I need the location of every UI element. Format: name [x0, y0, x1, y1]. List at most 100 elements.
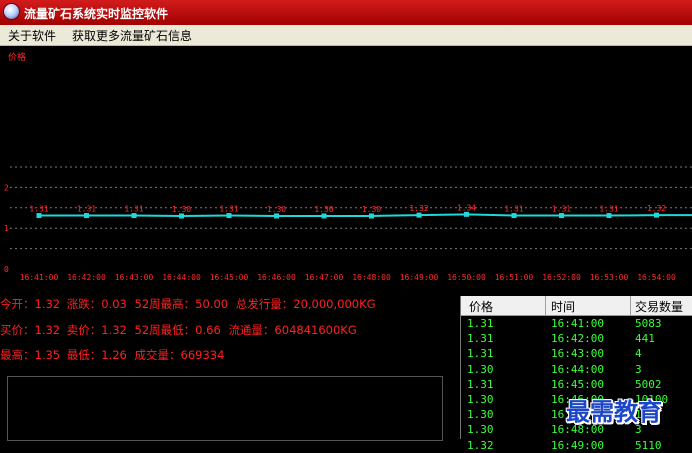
- column-divider[interactable]: [545, 296, 546, 315]
- trade-time: 16:42:00: [551, 332, 604, 346]
- y-tick-label: 1: [4, 224, 9, 233]
- data-label: 1.30: [362, 205, 381, 214]
- stat-bid: 买价：1.32: [0, 323, 61, 337]
- data-label: 1.32: [647, 204, 666, 213]
- data-point: [36, 213, 42, 219]
- data-point: [464, 211, 469, 217]
- trade-quantity: 5110: [635, 438, 662, 452]
- series-line: [39, 213, 692, 217]
- volume-chart-box: [7, 376, 443, 441]
- data-point: [559, 213, 564, 219]
- menu-about[interactable]: 关于软件: [6, 27, 58, 44]
- stat-52w-high: 52周最高：50.00: [134, 297, 229, 311]
- trade-time: 16:41:00: [551, 317, 604, 330]
- trade-list-header: 价格 时间 交易数量: [461, 296, 692, 316]
- stat-change: 涨跌：0.03: [66, 297, 127, 311]
- data-label: 1.31: [124, 205, 143, 214]
- x-tick-label: 16:43:00: [115, 273, 154, 282]
- trade-time: 16:43:00: [551, 347, 604, 361]
- data-label: 1.31: [552, 205, 571, 214]
- trade-row[interactable]: 1.32 16:49:00 5110: [461, 438, 692, 453]
- x-tick-label: 16:52:00: [542, 273, 581, 282]
- column-header-quantity[interactable]: 交易数量: [635, 298, 683, 315]
- app-globe-icon: [4, 4, 19, 19]
- stat-52w-low: 52周最低：0.66: [134, 323, 221, 337]
- stat-low: 最低：1.26: [66, 348, 127, 362]
- data-point: [511, 213, 517, 219]
- trade-price: 1.31: [467, 377, 494, 391]
- x-tick-label: 16:51:00: [495, 273, 534, 282]
- trade-quantity: 3: [635, 362, 642, 376]
- stat-circulation: 流通量：604841600KG: [228, 323, 357, 337]
- x-tick-label: 16:44:00: [162, 273, 201, 282]
- data-point: [179, 213, 184, 219]
- data-label: 1.31: [29, 205, 48, 214]
- trade-price: 1.31: [467, 332, 494, 346]
- trade-quantity: 5002: [635, 377, 662, 391]
- menu-bar: 关于软件 获取更多流量矿石信息: [0, 25, 692, 46]
- trade-price: 1.31: [467, 317, 494, 330]
- data-point: [226, 213, 232, 219]
- stat-high: 最高：1.35: [0, 348, 61, 362]
- trade-time: 16:44:00: [551, 362, 604, 376]
- stat-volume: 成交量：669334: [134, 348, 225, 362]
- trade-row[interactable]: 1.31 16:41:00 5083: [461, 316, 692, 331]
- title-bar: 流量矿石系统实时监控软件: [0, 0, 692, 25]
- data-point: [369, 213, 374, 219]
- x-tick-label: 16:49:00: [400, 273, 439, 282]
- column-header-price[interactable]: 价格: [469, 298, 493, 315]
- y-tick-label: 2: [4, 183, 9, 192]
- x-tick-label: 16:53:00: [590, 273, 629, 282]
- trade-time: 16:49:00: [551, 438, 604, 452]
- data-label: 1.30: [267, 205, 286, 214]
- stats-row-3: 最高：1.35 最低：1.26 成交量：669334: [0, 347, 224, 363]
- data-label: 1.31: [504, 205, 523, 214]
- stats-row-2: 买价：1.32 卖价：1.32 52周最低：0.66 流通量：604841600…: [0, 322, 357, 338]
- y-tick-label: 0: [4, 265, 9, 274]
- x-tick-label: 16:47:00: [305, 273, 344, 282]
- window-title: 流量矿石系统实时监控软件: [24, 7, 169, 21]
- column-divider[interactable]: [630, 296, 631, 315]
- trade-row[interactable]: 1.31 16:43:00 4: [461, 346, 692, 361]
- column-header-time[interactable]: 时间: [551, 298, 575, 315]
- trade-price: 1.30: [467, 423, 494, 437]
- trade-price: 1.30: [467, 362, 494, 376]
- trade-row[interactable]: 1.31 16:45:00 5002: [461, 377, 692, 392]
- trade-price: 1.31: [467, 347, 494, 361]
- data-label: 1.31: [219, 205, 238, 214]
- data-point: [321, 213, 327, 219]
- stat-total-issue: 总发行量：20,000,000KG: [235, 297, 376, 311]
- data-point: [131, 213, 137, 219]
- trade-price: 1.32: [467, 438, 494, 452]
- data-label: 1.31: [77, 205, 96, 214]
- x-tick-label: 16:46:00: [257, 273, 296, 282]
- x-tick-label: 16:50:00: [447, 273, 486, 282]
- trade-quantity: 5083: [635, 317, 662, 330]
- x-tick-label: 16:48:00: [352, 273, 391, 282]
- x-tick-label: 16:45:00: [210, 273, 249, 282]
- data-point: [274, 213, 279, 219]
- trade-time: 16:45:00: [551, 377, 604, 391]
- trade-price: 1.30: [467, 408, 494, 422]
- trade-quantity: 4: [635, 347, 642, 361]
- data-label: 1.34: [457, 203, 476, 212]
- stats-panel: 今开：1.32 涨跌：0.03 52周最高：50.00 总发行量：20,000,…: [0, 290, 458, 441]
- stat-open: 今开：1.32: [0, 297, 61, 311]
- data-label: 1.31: [599, 205, 618, 214]
- data-point: [416, 212, 422, 218]
- data-label: 1.30: [172, 205, 191, 214]
- menu-more-info[interactable]: 获取更多流量矿石信息: [70, 27, 194, 44]
- data-point: [84, 213, 89, 219]
- price-chart: 0 1 2 价格 1.31 1.31 1.31 1.30 1.31 1.30 1.30 1.30 1.3…: [0, 46, 692, 290]
- trade-price: 1.30: [467, 393, 494, 406]
- data-point: [654, 212, 659, 218]
- stats-row-1: 今开：1.32 涨跌：0.03 52周最高：50.00 总发行量：20,000,…: [0, 296, 376, 312]
- trade-row[interactable]: 1.31 16:42:00 441: [461, 331, 692, 346]
- x-tick-label: 16:54:00: [637, 273, 676, 282]
- data-point: [606, 213, 612, 219]
- data-label: 1.30: [314, 205, 333, 214]
- y-axis-label: 价格: [8, 51, 26, 63]
- price-chart-svg: 0 1 2 价格 1.31 1.31 1.31 1.30 1.31 1.30 1.30 1.30 1.3…: [4, 51, 692, 282]
- stat-ask: 卖价：1.32: [66, 323, 127, 337]
- trade-row[interactable]: 1.30 16:44:00 3: [461, 362, 692, 377]
